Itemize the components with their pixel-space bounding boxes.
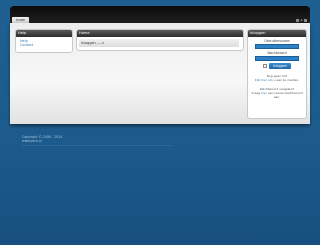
text-size-medium[interactable]: A	[300, 18, 302, 22]
username-label: Gebruikersnaam	[264, 39, 290, 43]
password-label: Wachtwoord	[267, 51, 287, 55]
footer-divider	[22, 145, 172, 146]
signup-link[interactable]: Klik hier	[255, 78, 267, 82]
remember-checkbox[interactable]	[263, 64, 267, 68]
footer: Copyright © 2006 - 2024 www.seco.nl	[22, 135, 172, 146]
home-panel: Home Inloggen ---->	[76, 29, 244, 51]
top-nav-bar: HOME A	[10, 6, 310, 23]
home-login-hint: Inloggen ---->	[79, 39, 239, 47]
help-panel: Help Help Contact	[15, 29, 73, 53]
login-row: Inloggen	[248, 63, 306, 69]
contact-link[interactable]: Contact	[20, 43, 72, 47]
help-links: Help Contact	[16, 37, 72, 47]
home-panel-title: Home	[77, 30, 243, 37]
password-field[interactable]	[255, 56, 299, 61]
page: HOME A Help Help Contact Home Inloggen -…	[0, 0, 320, 245]
username-field[interactable]	[255, 44, 299, 49]
forgot-text-2: Vraag	[251, 91, 261, 95]
login-form: Gebruikersnaam Wachtwoord Inloggen Nog g…	[248, 37, 306, 99]
text-size-large-icon[interactable]	[304, 18, 307, 22]
login-panel: Inloggen Gebruikersnaam Wachtwoord Inlog…	[247, 29, 307, 119]
login-panel-title: Inloggen	[248, 30, 306, 37]
text-size-small-icon[interactable]	[295, 18, 299, 22]
signup-text-2: om u aan te melden.	[267, 78, 300, 82]
forgot-password-note: Wachtwoord vergeten? Vraag hier een nieu…	[248, 87, 306, 99]
signup-note: Nog geen lid? Klik hier om u aan te meld…	[248, 74, 306, 82]
forgot-text-3: een nieuw wachtwoord aan.	[267, 91, 303, 99]
login-button[interactable]: Inloggen	[269, 63, 291, 69]
help-panel-title: Help	[16, 30, 72, 37]
footer-site-link[interactable]: www.seco.nl	[22, 139, 172, 143]
text-size-controls: A	[295, 18, 307, 22]
forgot-password-link[interactable]: hier	[261, 91, 267, 95]
